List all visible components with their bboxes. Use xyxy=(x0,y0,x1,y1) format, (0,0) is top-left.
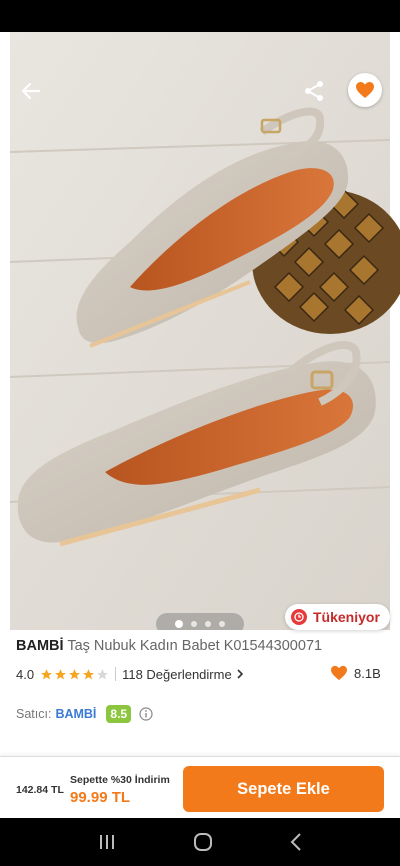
seller-row: Satıcı: BAMBİ 8.5 xyxy=(16,705,153,723)
back-button[interactable] xyxy=(16,76,46,106)
back-arrow-icon xyxy=(21,82,41,100)
product-photo xyxy=(0,32,400,630)
purchase-bar: 142.84 TL Sepette %30 İndirim 99.99 TL S… xyxy=(0,756,400,818)
favorites-count: 8.1B xyxy=(330,665,381,681)
product-name: Taş Nubuk Kadın Babet K01544300071 xyxy=(67,638,323,654)
rating-stars xyxy=(40,668,109,681)
info-icon[interactable] xyxy=(139,707,153,721)
seller-score-badge: 8.5 xyxy=(106,705,132,723)
reviews-label: 118 Değerlendirme xyxy=(122,666,232,682)
share-button[interactable] xyxy=(299,76,329,106)
status-bar xyxy=(0,0,400,32)
chevron-right-icon xyxy=(237,669,243,679)
star-filled-icon xyxy=(83,668,94,679)
seller-name[interactable]: BAMBİ xyxy=(55,707,96,721)
favorites-value: 8.1B xyxy=(354,665,381,681)
heart-icon xyxy=(356,82,374,98)
clock-icon xyxy=(291,609,307,625)
promo-label: Sepette %30 İndirim xyxy=(70,774,170,786)
gallery-dot[interactable] xyxy=(205,621,211,627)
heart-icon xyxy=(331,665,347,681)
recent-apps-icon[interactable] xyxy=(98,834,116,850)
star-filled-icon xyxy=(55,668,66,679)
divider xyxy=(115,667,117,681)
original-price: 142.84 TL xyxy=(16,784,64,796)
add-to-cart-button[interactable]: Sepete Ekle xyxy=(183,766,384,812)
seller-label: Satıcı: xyxy=(16,707,52,721)
low-stock-badge: Tükeniyor xyxy=(285,604,390,630)
star-filled-icon xyxy=(69,668,80,679)
star-empty-icon xyxy=(97,668,108,679)
reviews-link[interactable]: 118 Değerlendirme xyxy=(122,667,244,682)
gallery-pagination xyxy=(156,613,244,630)
brand-name[interactable]: BAMBİ xyxy=(16,638,64,654)
back-nav-icon[interactable] xyxy=(290,833,302,851)
discounted-price: 99.99 TL xyxy=(70,789,131,806)
share-icon xyxy=(305,81,323,101)
product-image-gallery[interactable] xyxy=(0,32,400,630)
system-nav-bar xyxy=(0,818,400,866)
gallery-dot[interactable] xyxy=(191,621,197,627)
rating-value: 4.0 xyxy=(16,666,35,682)
gallery-dot[interactable] xyxy=(175,620,183,628)
stock-label: Tükeniyor xyxy=(313,609,380,625)
favorite-button[interactable] xyxy=(348,73,382,107)
star-filled-icon xyxy=(41,668,52,679)
home-icon[interactable] xyxy=(193,832,213,852)
gallery-dot[interactable] xyxy=(219,621,225,627)
product-title: BAMBİ Taş Nubuk Kadın Babet K01544300071 xyxy=(16,637,386,655)
